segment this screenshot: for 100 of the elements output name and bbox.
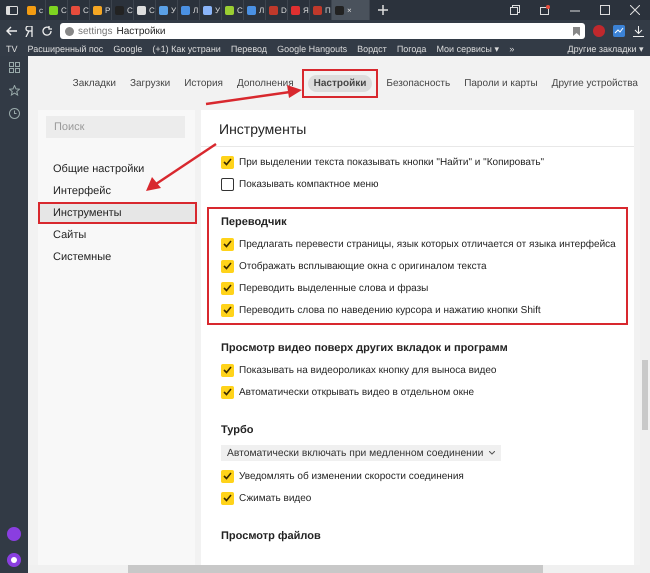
search-field[interactable]: Поиск bbox=[46, 116, 185, 138]
tab-label: С bbox=[83, 6, 89, 14]
tab-label: Л bbox=[259, 6, 264, 14]
maximize-icon[interactable] bbox=[600, 5, 610, 15]
bookmark-item[interactable]: Google bbox=[113, 44, 142, 54]
voice-assistant-icon[interactable] bbox=[7, 553, 21, 567]
option-label: При выделении текста показывать кнопки "Найти" и "Копировать" bbox=[239, 156, 544, 168]
tab-label: П bbox=[325, 6, 331, 14]
checkmark-icon bbox=[223, 158, 232, 166]
other-bookmarks[interactable]: Другие закладки ▾ bbox=[568, 44, 644, 54]
sidebar-item[interactable]: Интерфейс bbox=[38, 180, 195, 202]
checkbox[interactable] bbox=[221, 386, 234, 398]
bookmark-item[interactable]: Google Hangouts bbox=[277, 44, 348, 54]
favicon-icon bbox=[71, 6, 80, 14]
option-label: Сжимать видео bbox=[239, 492, 312, 504]
option-label: Переводить выделенные слова и фразы bbox=[239, 282, 428, 294]
sidebar-item[interactable]: Сайты bbox=[38, 224, 195, 246]
settings-tab[interactable]: Настройки bbox=[308, 74, 372, 92]
favicon-icon bbox=[203, 6, 212, 14]
favicon-icon bbox=[27, 6, 36, 14]
settings-tab[interactable]: Пароли и карты bbox=[458, 74, 544, 92]
chevron-icon bbox=[489, 451, 496, 455]
tab-label: С bbox=[237, 6, 243, 14]
checkbox[interactable] bbox=[221, 492, 234, 504]
dropdown[interactable]: Автоматически включать при медленном соединении bbox=[221, 445, 502, 461]
bookmark-item[interactable]: Погода bbox=[396, 44, 426, 54]
checkbox[interactable] bbox=[221, 470, 234, 482]
option-label: Показывать на видеороликах кнопку для выноса видео bbox=[239, 364, 496, 376]
sidebar-item[interactable]: Инструменты bbox=[38, 202, 197, 224]
bookmark-item[interactable]: Перевод bbox=[230, 44, 268, 54]
tab-label: Л bbox=[193, 6, 198, 14]
bookmark-item[interactable]: » bbox=[509, 44, 514, 54]
checkmark-icon bbox=[223, 472, 232, 480]
favicon-icon bbox=[313, 6, 322, 14]
favicon-icon bbox=[93, 6, 102, 14]
tab-label: × bbox=[347, 6, 352, 14]
favicon-icon bbox=[225, 6, 234, 14]
logo-icon[interactable] bbox=[25, 26, 34, 36]
tab-label: С bbox=[127, 6, 133, 14]
checkmark-icon bbox=[223, 306, 232, 314]
bookmark-item[interactable]: Мои сервисы ▾ bbox=[436, 44, 500, 54]
grid-icon[interactable] bbox=[8, 62, 20, 73]
option-label: Предлагать перевести страницы, язык которых отличается от языка интерфейса bbox=[239, 238, 616, 250]
new-tab-icon[interactable] bbox=[378, 5, 388, 15]
group-heading: Просмотр видео поверх других вкладок и программ bbox=[221, 341, 509, 355]
tab-label: Я bbox=[303, 6, 309, 14]
tab-label: С bbox=[61, 6, 67, 14]
settings-tab[interactable]: Закладки bbox=[66, 74, 122, 92]
chart-icon[interactable] bbox=[613, 25, 625, 37]
scrollbar-thumb[interactable] bbox=[128, 565, 543, 573]
settings-tab[interactable]: Другие устройства bbox=[546, 74, 644, 92]
checkbox[interactable] bbox=[221, 156, 234, 168]
sidebar-item[interactable]: Общие настройки bbox=[38, 158, 195, 180]
sidebar-item[interactable]: Системные bbox=[38, 246, 195, 268]
tab-label: У bbox=[171, 6, 176, 14]
checkbox[interactable] bbox=[221, 238, 234, 250]
star-icon[interactable] bbox=[8, 85, 20, 96]
bookmark-item[interactable]: (+1) Как устрани bbox=[152, 44, 221, 54]
tab-label: с bbox=[39, 6, 43, 14]
section-title: Инструменты bbox=[201, 110, 634, 147]
option-label: Автоматически открывать видео в отдельном окне bbox=[239, 386, 474, 398]
notifications-icon[interactable] bbox=[540, 5, 550, 15]
settings-tab[interactable]: История bbox=[178, 74, 229, 92]
settings-tab[interactable]: Загрузки bbox=[124, 74, 176, 92]
favicon-icon bbox=[181, 6, 190, 14]
checkbox[interactable] bbox=[221, 260, 234, 272]
bookmark-item[interactable]: TV bbox=[6, 44, 18, 54]
checkbox[interactable] bbox=[221, 178, 234, 190]
bookmark-item[interactable]: Вордст bbox=[357, 44, 387, 54]
tab-label: У bbox=[215, 6, 220, 14]
sidebar-toggle-icon[interactable] bbox=[6, 6, 18, 14]
reload-icon[interactable] bbox=[42, 26, 52, 36]
favicon-icon bbox=[335, 6, 344, 14]
download-icon[interactable] bbox=[633, 26, 644, 36]
settings-tab[interactable]: Безопасность bbox=[380, 74, 456, 92]
checkbox[interactable] bbox=[221, 304, 234, 316]
browser-tab[interactable]: × bbox=[332, 0, 370, 20]
checkbox[interactable] bbox=[221, 364, 234, 376]
tab-label: С bbox=[149, 6, 155, 14]
checkmark-icon bbox=[223, 284, 232, 292]
bookmark-icon[interactable] bbox=[573, 26, 580, 36]
url-scheme: settings bbox=[78, 26, 112, 36]
checkbox[interactable] bbox=[221, 282, 234, 294]
option-label: Показывать компактное меню bbox=[239, 178, 379, 190]
settings-tab[interactable]: Дополнения bbox=[230, 74, 300, 92]
checkmark-icon bbox=[223, 388, 232, 396]
history-icon[interactable] bbox=[8, 108, 20, 119]
favicon-icon bbox=[291, 6, 300, 14]
favicon-icon bbox=[137, 6, 146, 14]
checkmark-icon bbox=[223, 366, 232, 374]
arrow-drawing bbox=[146, 142, 217, 191]
close-icon[interactable] bbox=[630, 5, 640, 15]
checkmark-icon bbox=[223, 262, 232, 270]
scrollbar-thumb[interactable] bbox=[642, 360, 648, 430]
back-arrow-icon[interactable] bbox=[6, 26, 17, 36]
favicon-icon bbox=[269, 6, 278, 14]
tabs-icon[interactable] bbox=[510, 5, 520, 15]
address-bar[interactable]: settings Настройки bbox=[60, 23, 585, 39]
bookmark-item[interactable]: Расширенный пос bbox=[28, 44, 104, 54]
tab-label: D bbox=[281, 6, 287, 14]
